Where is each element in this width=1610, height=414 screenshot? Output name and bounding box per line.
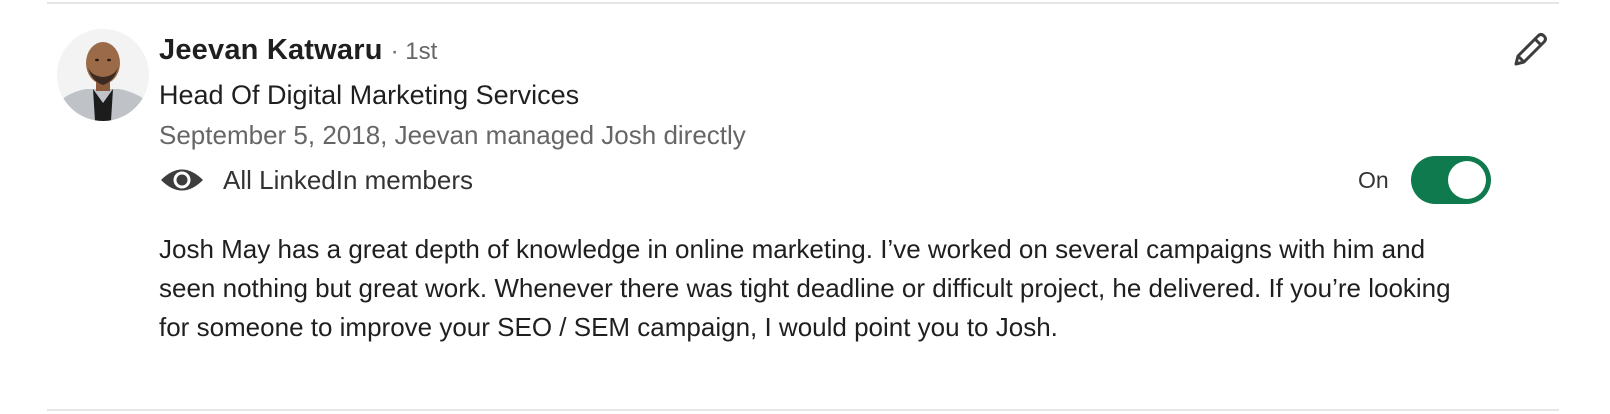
visibility-label: All LinkedIn members [223,164,473,195]
avatar-image [57,29,149,121]
recommendation-meta: September 5, 2018, Jeevan managed Josh d… [159,120,746,150]
visibility-row: All LinkedIn members [159,162,473,198]
bottom-divider [47,409,1559,411]
connection-degree: · 1st [390,38,438,65]
recommendation-text: Josh May has a great depth of knowledge … [159,234,1451,342]
recommender-name[interactable]: Jeevan Katwaru [159,34,383,67]
recommender-headline: Head Of Digital Marketing Services [159,80,580,110]
visibility-toggle[interactable] [1410,156,1491,204]
toggle-knob [1447,161,1486,199]
name-row: Jeevan Katwaru · 1st [159,34,437,74]
edit-button[interactable] [1508,30,1552,74]
visibility-toggle-group: On [1358,155,1491,205]
eye-icon [159,165,205,195]
recommendation-card: Jeevan Katwaru · 1st Head Of Digital Mar… [0,0,1610,414]
top-divider [47,2,1559,4]
pencil-icon [1508,28,1552,77]
avatar[interactable] [57,29,149,121]
toggle-label: On [1358,166,1389,193]
